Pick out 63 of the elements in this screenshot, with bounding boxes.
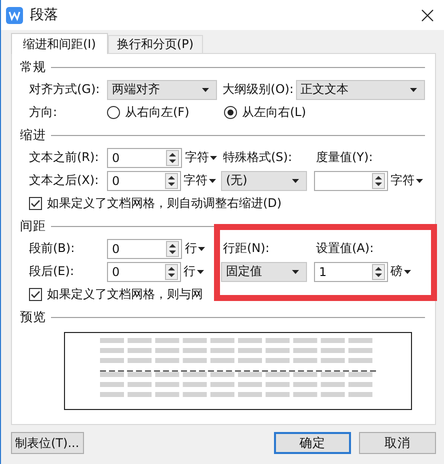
field-label: 设置值(A): <box>316 240 374 257</box>
radio-label: 从左向右(L) <box>242 104 306 121</box>
ok-button[interactable]: 确定 <box>274 432 351 454</box>
caret-icon <box>410 88 417 92</box>
unit-dropdown[interactable]: 磅 <box>388 263 425 280</box>
section-title: 间距 <box>20 218 46 234</box>
caret-icon <box>416 178 423 182</box>
tab[interactable]: 换行和分页(P) <box>108 35 203 53</box>
app-logo-icon <box>6 6 23 24</box>
number-field[interactable]: 0 <box>107 148 182 168</box>
unit-dropdown[interactable]: 字符 <box>180 172 218 189</box>
caret-icon <box>202 88 209 92</box>
section-title: 缩进 <box>20 126 46 144</box>
field-label: 大纲级别(O): <box>222 81 294 98</box>
caret-icon <box>196 270 204 274</box>
number-field[interactable]: 0 <box>107 170 181 190</box>
tab[interactable]: 缩进和间距(I) <box>11 33 108 54</box>
close-icon[interactable] <box>421 8 434 22</box>
number-field[interactable]: 0 <box>107 238 182 258</box>
field-label: 文本之后(X): <box>29 172 100 189</box>
caret-icon <box>292 178 299 182</box>
window-title: 段落 <box>30 6 58 24</box>
field-label: 行距(N): <box>223 240 270 257</box>
number-field[interactable]: 1 <box>314 262 388 282</box>
unit-dropdown[interactable]: 行 <box>182 240 220 257</box>
spinner-arrows-icon[interactable] <box>166 150 179 166</box>
unit-dropdown[interactable]: 字符 <box>388 172 425 189</box>
spinner-arrows-icon[interactable] <box>164 172 178 188</box>
cancel-button[interactable]: 取消 <box>359 432 436 454</box>
section-title: 常规 <box>20 58 46 76</box>
checkbox[interactable] <box>29 288 42 301</box>
spinner-arrows-icon[interactable] <box>372 172 385 188</box>
checkbox-label: 如果定义了文档网格，则与网 <box>47 286 203 303</box>
tabs-button[interactable]: 制表位(T)... <box>11 432 84 454</box>
caret-icon <box>404 270 411 274</box>
section-title: 预览 <box>20 308 46 326</box>
radio-button[interactable] <box>224 106 237 119</box>
number-field[interactable]: 0 <box>107 262 181 282</box>
spinner-arrows-icon[interactable] <box>164 264 178 280</box>
unit-dropdown[interactable]: 行 <box>180 263 218 280</box>
radio-button[interactable] <box>107 106 120 119</box>
field-label: 对齐方式(G): <box>29 81 101 98</box>
dropdown[interactable]: 正文文本 <box>296 80 425 100</box>
spinner-arrows-icon[interactable] <box>166 240 179 256</box>
checkbox[interactable] <box>29 197 42 210</box>
caret-icon <box>198 246 205 250</box>
checkbox-label: 如果定义了文档网格，则自动调整右缩进(D) <box>47 195 282 212</box>
number-field[interactable] <box>314 170 388 190</box>
radio-label: 从右向左(F) <box>125 104 190 121</box>
dropdown[interactable]: 固定值 <box>221 262 307 282</box>
field-label: 度量值(Y): <box>316 149 373 166</box>
unit-dropdown[interactable]: 字符 <box>182 149 220 166</box>
dropdown[interactable]: (无) <box>221 170 307 190</box>
dropdown[interactable]: 两端对齐 <box>107 80 217 100</box>
caret-icon <box>210 156 217 160</box>
caret-icon <box>292 270 299 274</box>
field-label: 特殊格式(S): <box>223 149 294 166</box>
spinner-arrows-icon[interactable] <box>372 264 385 280</box>
field-label: 段前(B): <box>29 240 76 257</box>
caret-icon <box>208 178 216 182</box>
field-label: 段后(E): <box>29 263 75 280</box>
field-label: 方向: <box>29 104 58 121</box>
field-label: 文本之前(R): <box>29 149 100 166</box>
